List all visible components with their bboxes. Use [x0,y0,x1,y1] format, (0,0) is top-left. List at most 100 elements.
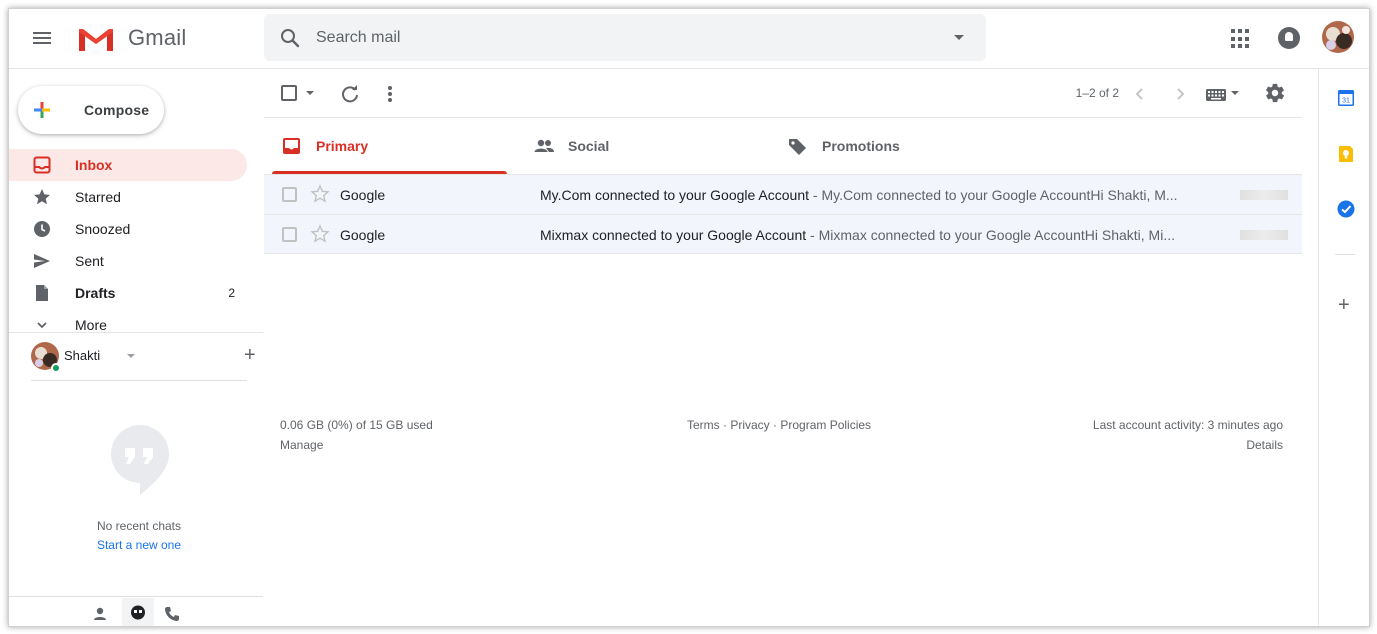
sidebar-item-label: Drafts [75,285,116,301]
email-snippet: - Mixmax connected to your Google Accoun… [806,227,1175,243]
hangouts-user-name: Shakti [64,348,101,363]
tab-promotions[interactable]: Promotions [778,118,1018,174]
inbox-icon [33,156,51,174]
search-input[interactable] [316,14,916,61]
star-icon[interactable] [310,224,330,244]
get-addons-plus-icon[interactable]: + [1338,295,1350,315]
sidebar-item-label: Sent [75,253,104,269]
send-icon [34,254,50,268]
select-all-checkbox[interactable] [281,85,297,101]
search-options-icon[interactable] [954,35,964,40]
tab-primary[interactable]: Primary [272,118,512,174]
footer-links: Terms · Privacy · Program Policies [687,418,871,432]
more-options-icon[interactable] [387,84,393,104]
hangouts-bubble-icon [111,425,169,495]
side-panel-divider [1335,254,1355,255]
sidebar-item-starred[interactable]: Starred [9,181,247,213]
email-select-checkbox[interactable] [282,227,297,242]
conversations-tab[interactable] [122,598,154,626]
last-activity-text: Last account activity: 3 minutes ago [1092,418,1283,432]
keep-icon[interactable] [1337,145,1355,163]
search-bar[interactable] [264,14,986,61]
email-date-blurred [1240,190,1288,200]
older-chevron-right-icon[interactable] [1173,86,1187,102]
star-icon [34,189,50,205]
hangouts-divider [31,380,247,381]
email-select-checkbox[interactable] [282,187,297,202]
email-subject-line: My.Com connected to your Google Account … [540,187,1178,203]
online-status-icon [51,363,61,373]
link-separator: · [769,418,781,432]
sidebar-item-label: Snoozed [75,221,131,237]
inbox-icon [283,138,300,154]
drafts-count: 2 [228,286,235,300]
hangouts-status-caret-icon[interactable] [127,354,135,358]
refresh-icon[interactable] [340,84,360,104]
hangouts-bottom-bar [9,596,263,626]
main-menu-icon[interactable] [31,29,53,47]
newer-chevron-left-icon[interactable] [1133,86,1147,102]
link-separator: · [719,418,731,432]
start-new-chat-link[interactable]: Start a new one [9,538,269,552]
privacy-link[interactable]: Privacy [730,418,769,432]
search-icon[interactable] [278,26,302,50]
email-subject: My.Com connected to your Google Account [540,187,809,203]
calendar-day-number: 31 [1342,98,1350,105]
terms-link[interactable]: Terms [687,418,720,432]
email-subject-line: Mixmax connected to your Google Account … [540,227,1175,243]
settings-gear-icon[interactable] [1264,82,1286,104]
program-policies-link[interactable]: Program Policies [780,418,871,432]
sidebar-item-inbox[interactable]: Inbox [9,149,247,181]
hangouts-user[interactable]: Shakti + [31,342,256,373]
sidebar-item-snoozed[interactable]: Snoozed [9,213,247,245]
email-row[interactable]: Google My.Com connected to your Google A… [264,174,1302,214]
email-row[interactable]: Google Mixmax connected to your Google A… [264,214,1302,254]
email-date-blurred [1240,230,1288,240]
star-icon[interactable] [310,184,330,204]
app-name: Gmail [128,25,187,50]
sidebar-divider [9,332,263,333]
email-snippet: - My.Com connected to your Google Accoun… [809,187,1178,203]
clock-icon [34,221,50,237]
email-subject: Mixmax connected to your Google Account [540,227,807,243]
compose-plus-icon [34,102,50,118]
hangouts-chat-icon [131,605,145,620]
draft-icon [36,285,48,301]
compose-button[interactable]: Compose [18,86,164,134]
sidebar-nav: Inbox Starred Snoozed Sent Drafts 2 More [9,149,255,341]
activity-details-link[interactable]: Details [1246,438,1283,452]
tasks-icon[interactable] [1337,200,1355,218]
notifications-icon[interactable] [1278,27,1300,49]
select-options-caret-icon[interactable] [306,91,314,95]
sidebar-item-sent[interactable]: Sent [9,245,247,277]
tab-label: Promotions [822,138,900,154]
sidebar-item-drafts[interactable]: Drafts 2 [9,277,247,309]
side-panel: 31 + [1318,69,1369,626]
manage-storage-link[interactable]: Manage [280,438,323,452]
people-icon [534,139,554,152]
phone-icon[interactable] [164,606,180,622]
google-apps-icon[interactable] [1231,29,1251,49]
no-recent-chats-text: No recent chats [96,519,182,533]
category-tabs: Primary Social Promotions [264,118,1302,174]
contacts-person-icon[interactable] [92,606,108,622]
new-conversation-plus-icon[interactable]: + [244,345,256,365]
tab-label: Social [568,138,610,154]
email-list: Google My.Com connected to your Google A… [264,174,1302,254]
input-tools-caret-icon[interactable] [1231,91,1239,95]
gmail-window: Gmail Compose [8,8,1370,627]
tab-label: Primary [316,138,369,154]
gmail-logo-icon [79,29,113,51]
sidebar-item-more[interactable]: More [9,309,247,341]
account-avatar[interactable] [1322,21,1354,53]
sidebar-item-label: More [75,317,107,333]
pagination-text: 1–2 of 2 [1075,86,1119,100]
top-header: Gmail [9,9,1369,69]
compose-label: Compose [84,102,150,118]
keyboard-icon[interactable] [1205,88,1227,102]
calendar-icon[interactable]: 31 [1337,89,1355,107]
email-sender: Google [340,227,386,243]
tag-icon [789,139,806,155]
sidebar-item-label: Starred [75,189,121,205]
tab-social[interactable]: Social [524,118,764,174]
